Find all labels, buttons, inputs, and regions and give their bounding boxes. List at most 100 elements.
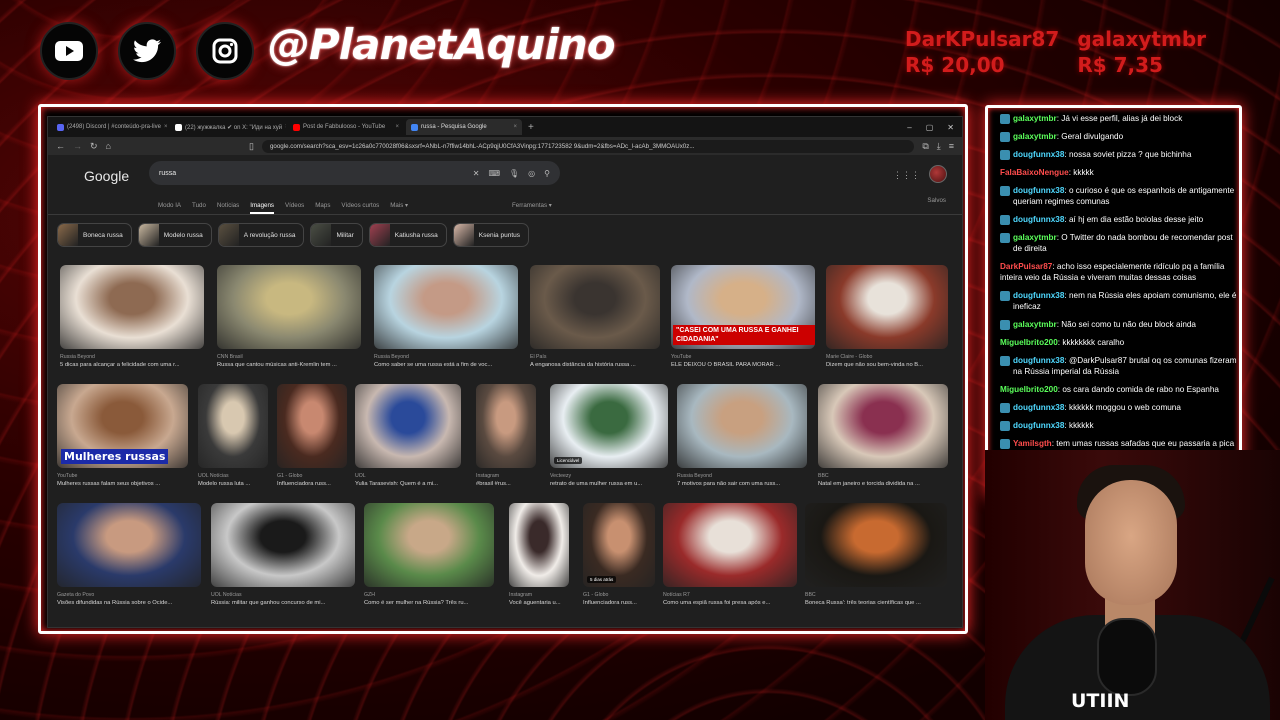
- chat-username[interactable]: dougfunnx38: [1013, 421, 1064, 430]
- result-title[interactable]: Visões difundidas na Rússia sobre o Ocid…: [57, 600, 201, 606]
- image-result[interactable]: Russia Beyond 7 motivos para não sair com…: [677, 384, 807, 487]
- result-thumbnail[interactable]: [60, 265, 204, 349]
- chat-username[interactable]: galaxytmbr: [1013, 114, 1057, 123]
- chat-username[interactable]: DarkPulsar87: [1000, 262, 1052, 271]
- result-title[interactable]: #brasil #rus...: [476, 481, 536, 487]
- back-icon[interactable]: ←: [56, 141, 65, 151]
- image-result[interactable]: BBC Natal em janeiro e torcida dividida n…: [818, 384, 948, 487]
- result-source[interactable]: Vecteezy: [550, 473, 668, 479]
- image-result[interactable]: CNN Brasil Russa que cantou músicas anti-…: [217, 265, 361, 368]
- image-result[interactable]: Mulheres russas YouTube Mulheres russas fa…: [57, 384, 188, 487]
- result-thumbnail[interactable]: [509, 503, 569, 587]
- result-title[interactable]: Influenciadora russ...: [583, 600, 655, 606]
- result-thumbnail[interactable]: [476, 384, 536, 468]
- result-source[interactable]: Instagram: [509, 592, 569, 598]
- result-thumbnail[interactable]: [677, 384, 807, 468]
- image-result[interactable]: Russia Beyond 5 dicas para alcançar a fel…: [60, 265, 204, 368]
- result-source[interactable]: Russia Beyond: [374, 354, 518, 360]
- result-source[interactable]: Russia Beyond: [677, 473, 807, 479]
- download-icon[interactable]: ⤓: [937, 141, 941, 152]
- result-source[interactable]: G1 - Globo: [583, 592, 655, 598]
- chat-username[interactable]: galaxytmbr: [1013, 132, 1057, 141]
- image-result[interactable]: Instagram Você aguentaria u...: [509, 503, 569, 606]
- result-title[interactable]: 7 motivos para não sair com uma russ...: [677, 481, 807, 487]
- search-icon[interactable]: ⚲: [544, 169, 550, 178]
- tab-v-deos-curtos[interactable]: Vídeos curtos: [341, 202, 379, 209]
- result-source[interactable]: GZH: [364, 592, 494, 598]
- tab-imagens[interactable]: Imagens: [250, 202, 275, 214]
- result-title[interactable]: Mulheres russas falam seus objetivos ...: [57, 481, 188, 487]
- result-title[interactable]: Russa que cantou músicas anti-Kremlin te…: [217, 362, 361, 368]
- browser-tab[interactable]: Post de Fabbulooso - YouTube ×: [288, 119, 404, 135]
- chat-username[interactable]: Miguelbrito200: [1000, 385, 1058, 394]
- tools-button[interactable]: Ferramentas ▾: [512, 202, 552, 209]
- result-thumbnail[interactable]: [198, 384, 268, 468]
- result-thumbnail[interactable]: [818, 384, 948, 468]
- result-thumbnail[interactable]: "CASEI COM UMA RUSSA E GANHEI CIDADANIA": [671, 265, 815, 349]
- image-result[interactable]: Instagram #brasil #rus...: [476, 384, 536, 487]
- search-input[interactable]: russa: [159, 170, 176, 177]
- apps-grid-icon[interactable]: ⋮⋮⋮: [893, 170, 920, 181]
- result-source[interactable]: UOL Notícias: [211, 592, 355, 598]
- result-title[interactable]: ELE DEIXOU O BRASIL PARA MORAR ...: [671, 362, 815, 368]
- result-source[interactable]: YouTube: [57, 473, 188, 479]
- tab-modo-ia[interactable]: Modo IA: [158, 202, 181, 209]
- image-result[interactable]: Russia Beyond Como saber se uma russa est…: [374, 265, 518, 368]
- image-result[interactable]: Gazeta do Povo Visões difundidas na Rússi…: [57, 503, 201, 606]
- browser-tab[interactable]: (22) жужжалка ✔ on X: "Иди на хуй×: [170, 119, 286, 135]
- result-source[interactable]: Instagram: [476, 473, 536, 479]
- result-source[interactable]: Marie Claire - Globo: [826, 354, 948, 360]
- extensions-icon[interactable]: ⧉: [922, 141, 928, 152]
- chat-username[interactable]: FalaBaixoNengue: [1000, 168, 1069, 177]
- result-source[interactable]: BBC: [818, 473, 948, 479]
- related-search-chip[interactable]: A revolução russa: [217, 223, 305, 247]
- lens-icon[interactable]: ◎: [528, 169, 535, 178]
- result-thumbnail[interactable]: Mulheres russas: [57, 384, 188, 468]
- maximize-icon[interactable]: ▢: [926, 123, 934, 132]
- result-title[interactable]: Como uma espiã russa foi presa após e...: [663, 600, 797, 606]
- image-result[interactable]: Marie Claire - Globo Dizem que não sou be…: [826, 265, 948, 368]
- clear-icon[interactable]: ✕: [473, 169, 480, 178]
- browser-tab[interactable]: russa - Pesquisa Google ×: [406, 119, 522, 135]
- result-thumbnail[interactable]: [826, 265, 948, 349]
- avatar[interactable]: [929, 165, 947, 183]
- address-bar[interactable]: google.com/search?sca_esv=1c26a0c770028f…: [261, 139, 915, 153]
- result-title[interactable]: Natal em janeiro e torcida dividida na .…: [818, 481, 948, 487]
- result-thumbnail[interactable]: Licenciável: [550, 384, 668, 468]
- result-thumbnail[interactable]: [277, 384, 347, 468]
- google-logo[interactable]: Google: [84, 168, 150, 184]
- chat-username[interactable]: Miguelbrito200: [1000, 338, 1058, 347]
- new-tab-icon[interactable]: +: [528, 122, 534, 133]
- chat-username[interactable]: dougfunnx38: [1013, 186, 1064, 195]
- tab-tudo[interactable]: Tudo: [192, 202, 206, 209]
- chat-username[interactable]: galaxytmbr: [1013, 233, 1057, 242]
- chat-username[interactable]: galaxytmbr: [1013, 320, 1057, 329]
- result-title[interactable]: Boneca Russa': três teorias científicas …: [805, 600, 947, 606]
- result-thumbnail[interactable]: 5 dias atrás: [583, 503, 655, 587]
- result-title[interactable]: Modelo russa luta ...: [198, 481, 268, 487]
- chat-username[interactable]: dougfunnx38: [1013, 291, 1064, 300]
- related-search-chip[interactable]: Militar: [310, 223, 363, 247]
- image-result[interactable]: El País A enganosa distância da história …: [530, 265, 660, 368]
- minimize-icon[interactable]: –: [907, 123, 911, 132]
- result-thumbnail[interactable]: [364, 503, 494, 587]
- result-thumbnail[interactable]: [530, 265, 660, 349]
- result-title[interactable]: Você aguentaria u...: [509, 600, 569, 606]
- result-thumbnail[interactable]: [374, 265, 518, 349]
- result-title[interactable]: Dizem que não sou bem-vinda no B...: [826, 362, 948, 368]
- result-source[interactable]: UOL: [355, 473, 461, 479]
- bookmark-icon[interactable]: ▯: [249, 141, 254, 152]
- result-thumbnail[interactable]: [211, 503, 355, 587]
- image-result[interactable]: 5 dias atrás G1 - Globo Influenciadora rus…: [583, 503, 655, 606]
- reload-icon[interactable]: ↻: [90, 141, 98, 152]
- saved-button[interactable]: Salvos: [927, 197, 946, 204]
- chat-username[interactable]: dougfunnx38: [1013, 356, 1064, 365]
- result-title[interactable]: Yulia Tarasevish: Quem é a mi...: [355, 481, 461, 487]
- result-source[interactable]: YouTube: [671, 354, 815, 360]
- result-title[interactable]: Como é ser mulher na Rússia? Três ru...: [364, 600, 494, 606]
- menu-icon[interactable]: ≡: [949, 141, 954, 151]
- image-result[interactable]: BBC Boneca Russa': três teorias científic…: [805, 503, 947, 606]
- result-title[interactable]: A enganosa distância da história russa .…: [530, 362, 660, 368]
- image-result[interactable]: Licenciável Vecteezy retrato de uma mulher…: [550, 384, 668, 487]
- result-source[interactable]: El País: [530, 354, 660, 360]
